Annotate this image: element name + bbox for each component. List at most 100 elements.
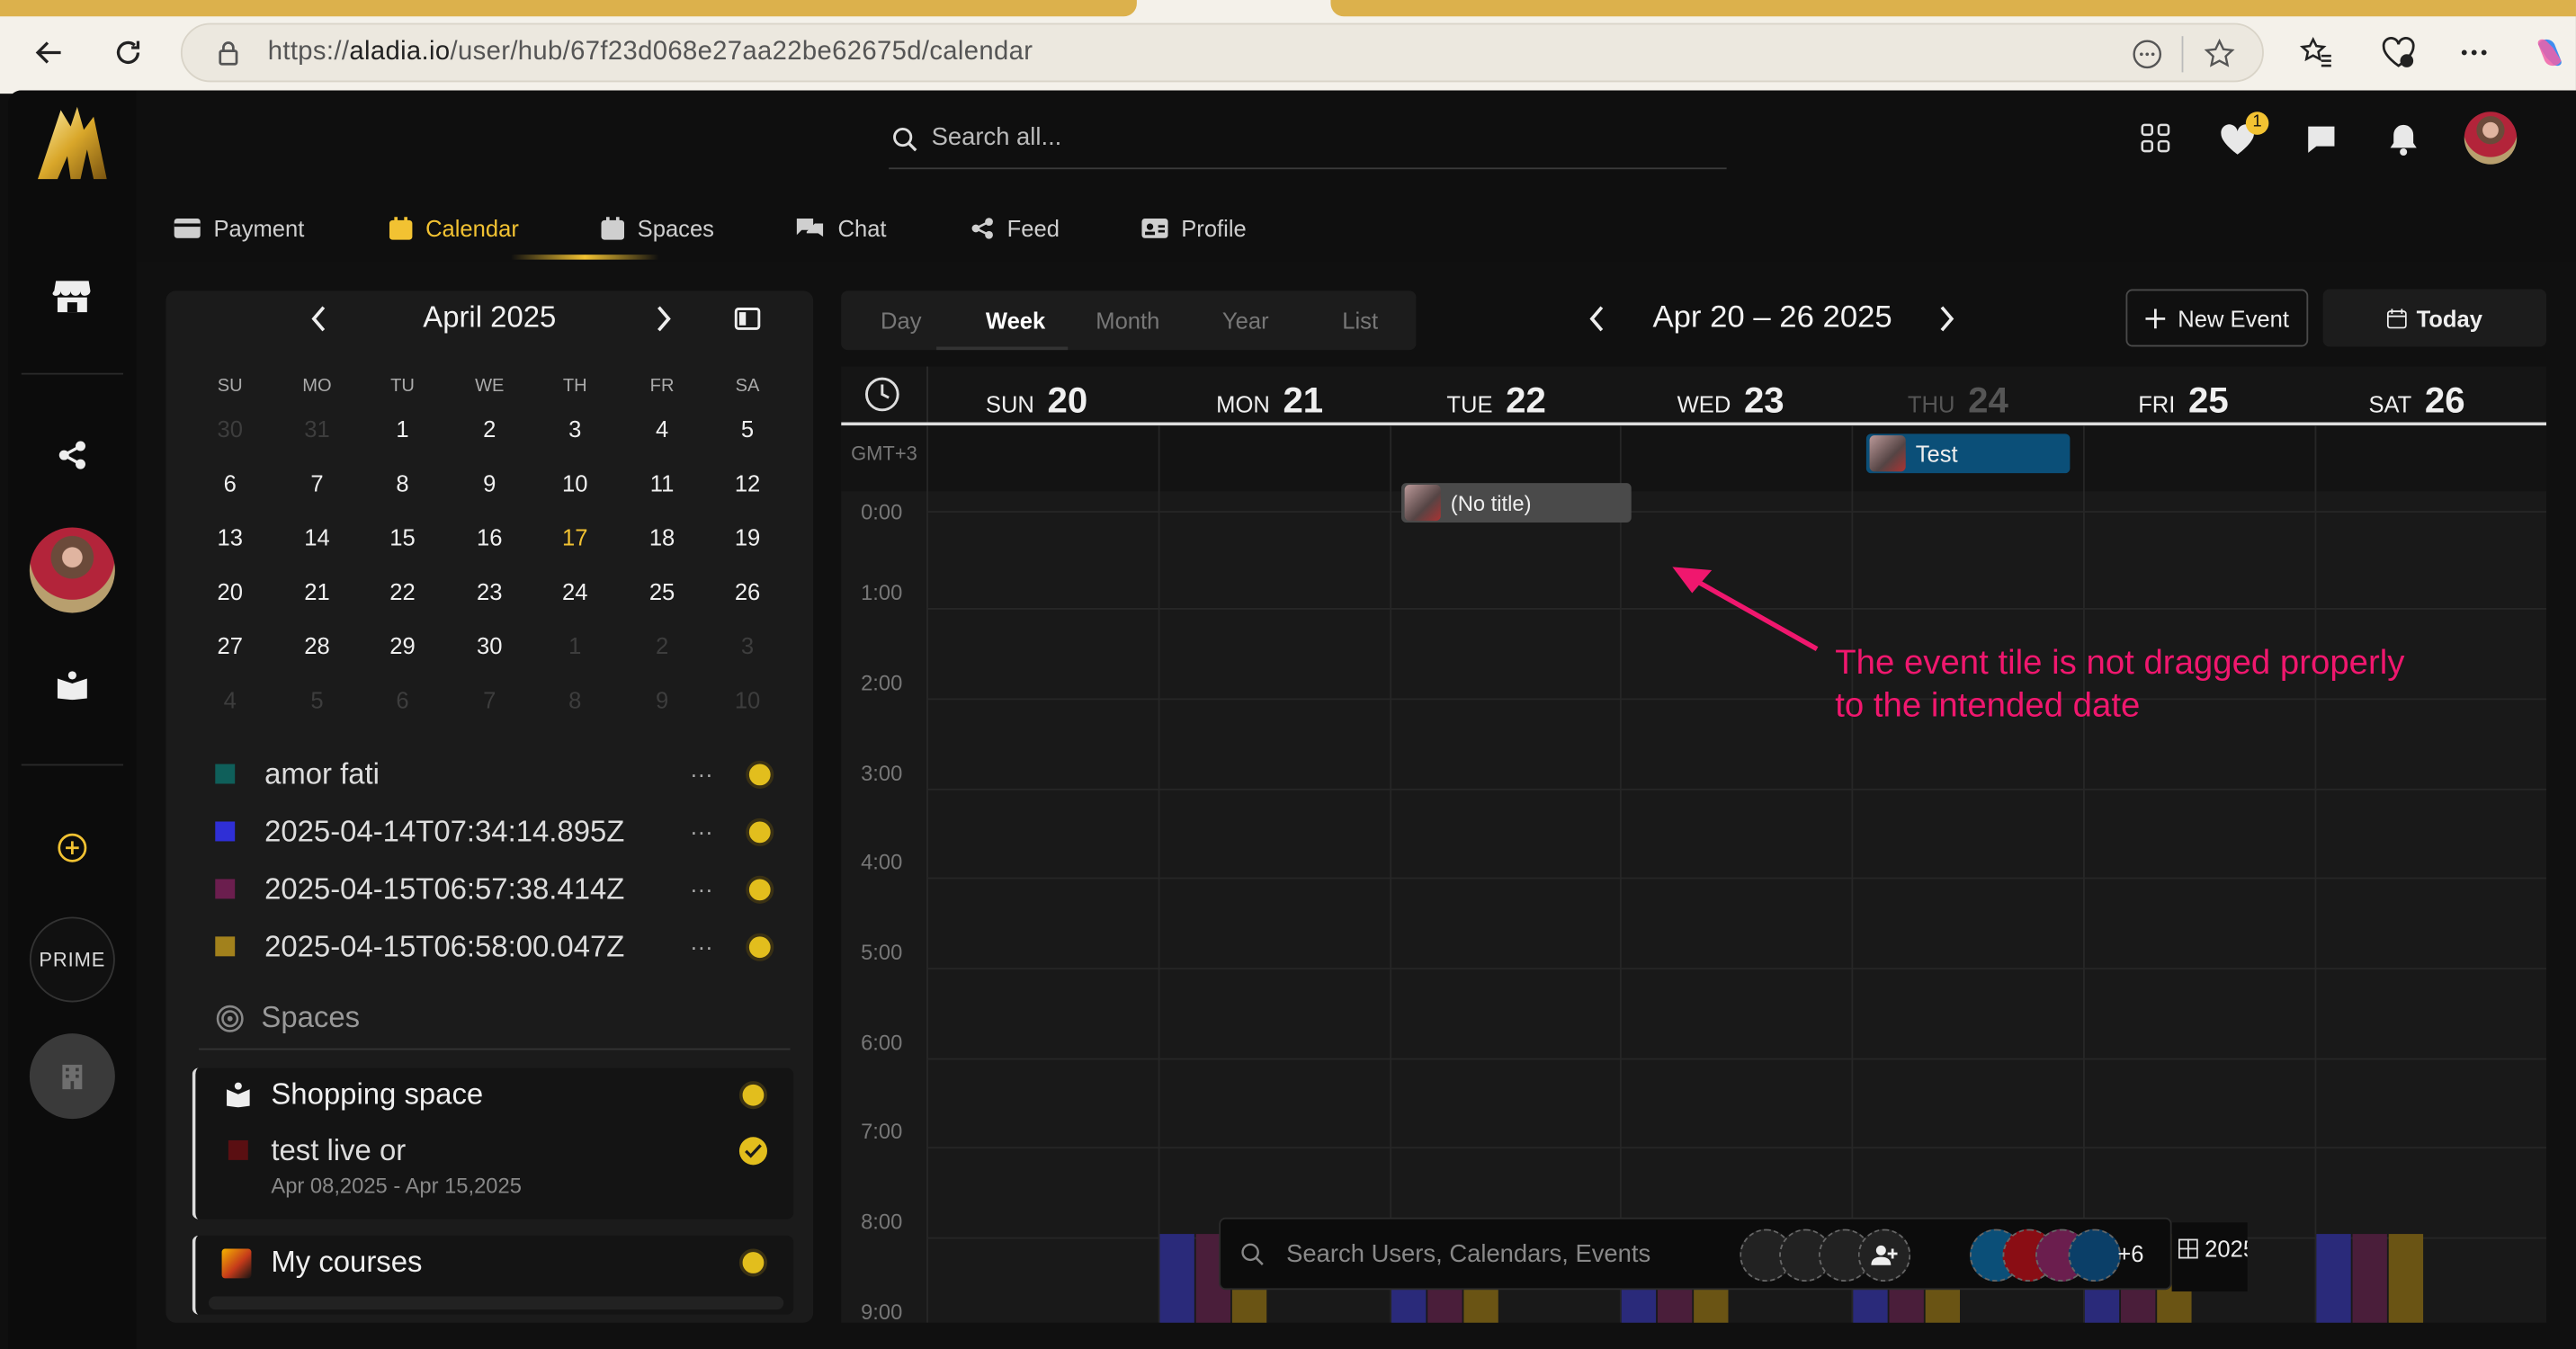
apps-grid-icon[interactable] <box>2141 123 2170 153</box>
more-dots-icon[interactable]: ··· <box>690 818 746 844</box>
favorites-list-icon[interactable] <box>2294 30 2339 76</box>
view-tab-year[interactable]: Year <box>1222 308 1269 334</box>
my-courses-card[interactable]: My courses <box>192 1235 794 1315</box>
mini-calendar-day[interactable]: 10 <box>705 687 791 713</box>
mini-calendar-day[interactable]: 15 <box>360 524 445 550</box>
event-bar[interactable] <box>2316 1234 2351 1323</box>
reload-icon[interactable] <box>105 30 151 76</box>
calendar-toggle-dot[interactable] <box>746 759 774 789</box>
tab-feed[interactable]: Feed <box>970 205 1060 251</box>
mini-calendar-day[interactable]: 28 <box>274 632 360 658</box>
calendar-list-item[interactable]: 2025-04-14T07:34:14.895Z ··· <box>215 812 774 852</box>
mini-calendar-day[interactable]: 7 <box>447 687 532 713</box>
add-user-button[interactable] <box>1857 1228 1911 1282</box>
event-bar[interactable] <box>1159 1234 1194 1323</box>
mini-calendar-day[interactable]: 6 <box>187 470 273 496</box>
today-button[interactable]: Today <box>2322 289 2547 347</box>
mini-calendar-day[interactable]: 12 <box>705 470 791 496</box>
courses-book-icon[interactable] <box>56 670 89 701</box>
week-day-header[interactable]: SAT 26 <box>2368 380 2464 421</box>
week-day-header[interactable]: MON 21 <box>1216 380 1323 421</box>
event-no-title[interactable]: (No title) <box>1401 483 1632 523</box>
settings-more-icon[interactable] <box>2451 30 2497 76</box>
mini-calendar-day[interactable]: 1 <box>360 415 445 442</box>
collapse-sidebar-icon[interactable] <box>734 306 761 332</box>
calendar-toggle-dot[interactable] <box>746 932 774 960</box>
aladia-logo[interactable] <box>31 97 113 189</box>
courses-scrollbar[interactable] <box>208 1296 784 1310</box>
prime-badge[interactable]: PRIME <box>29 916 115 1003</box>
mini-calendar-day[interactable]: 29 <box>360 632 445 658</box>
more-dots-icon[interactable] <box>2131 38 2164 71</box>
mini-calendar-day[interactable]: 4 <box>620 415 705 442</box>
calendar-list-item[interactable]: 2025-04-15T06:57:38.414Z ··· <box>215 869 774 908</box>
event-bar[interactable] <box>2352 1234 2387 1323</box>
mini-calendar-day[interactable]: 22 <box>360 578 445 604</box>
week-day-header[interactable]: THU 24 <box>1908 380 2008 421</box>
calendar-chip[interactable] <box>2068 1228 2122 1282</box>
mini-calendar-day[interactable]: 18 <box>620 524 705 550</box>
mini-calendar-day[interactable]: 3 <box>705 632 791 658</box>
mini-calendar-day[interactable]: 4 <box>187 687 273 713</box>
user-avatar[interactable] <box>29 527 115 613</box>
health-icon[interactable] <box>2375 30 2421 76</box>
copilot-icon[interactable] <box>2527 30 2572 76</box>
store-icon[interactable] <box>52 278 92 314</box>
space-toggle-dot[interactable] <box>738 1081 767 1110</box>
calendar-list-item[interactable]: 2025-04-15T06:58:00.047Z ··· <box>215 926 774 966</box>
tab-spaces[interactable]: Spaces <box>601 205 714 251</box>
back-arrow-icon[interactable] <box>26 30 72 76</box>
notifications-bell-icon[interactable] <box>2389 123 2419 156</box>
mini-calendar-day[interactable]: 16 <box>447 524 532 550</box>
mini-calendar-day[interactable]: 27 <box>187 632 273 658</box>
event-test[interactable]: Test <box>1865 433 2071 474</box>
mini-calendar-day[interactable]: 10 <box>532 470 618 496</box>
mini-calendar-day[interactable]: 5 <box>274 687 360 713</box>
bottom-search-bar[interactable]: Search Users, Calendars, Events +6 <box>1219 1217 2172 1291</box>
mini-calendar-day[interactable]: 30 <box>187 415 273 442</box>
mini-calendar-day[interactable]: 13 <box>187 524 273 550</box>
mini-calendar-day[interactable]: 26 <box>705 578 791 604</box>
mini-calendar-day[interactable]: 5 <box>705 415 791 442</box>
profile-avatar[interactable] <box>2464 112 2518 165</box>
view-tab-list[interactable]: List <box>1342 308 1378 334</box>
space-card-shopping[interactable]: Shopping space test live or Apr 08,2025 … <box>192 1068 794 1219</box>
mini-calendar-day[interactable]: 6 <box>360 687 445 713</box>
mini-calendar-day[interactable]: 25 <box>620 578 705 604</box>
next-month-icon[interactable] <box>652 304 675 334</box>
view-tab-day[interactable]: Day <box>881 308 921 334</box>
week-day-header[interactable]: SUN 20 <box>986 380 1087 421</box>
mini-calendar-day[interactable]: 24 <box>532 578 618 604</box>
calendar-toggle-dot[interactable] <box>746 874 774 903</box>
mini-calendar-day[interactable]: 2 <box>447 415 532 442</box>
mini-calendar-day[interactable]: 21 <box>274 578 360 604</box>
event-bar[interactable] <box>2388 1234 2424 1323</box>
mini-calendar-day[interactable]: 7 <box>274 470 360 496</box>
prev-week-icon[interactable] <box>1586 304 1609 334</box>
global-search[interactable]: Search all... <box>889 113 1727 170</box>
address-bar[interactable]: https://aladia.io/user/hub/67f23d068e27a… <box>180 22 2264 83</box>
mini-calendar-day[interactable]: 11 <box>620 470 705 496</box>
next-week-icon[interactable] <box>1936 304 1959 334</box>
courses-toggle-dot[interactable] <box>738 1248 767 1277</box>
tab-payment[interactable]: Payment <box>174 205 304 251</box>
mini-calendar-day[interactable]: 31 <box>274 415 360 442</box>
mini-calendar-day[interactable]: 2 <box>620 632 705 658</box>
week-day-header[interactable]: FRI 25 <box>2138 380 2229 421</box>
mini-calendar-day[interactable]: 1 <box>532 632 618 658</box>
more-count[interactable]: +6 <box>2117 1240 2143 1266</box>
week-day-header[interactable]: TUE 22 <box>1446 380 1545 421</box>
view-tab-month[interactable]: Month <box>1096 308 1159 334</box>
mini-calendar-day[interactable]: 23 <box>447 578 532 604</box>
more-dots-icon[interactable]: ··· <box>690 761 746 787</box>
mini-calendar-day[interactable]: 8 <box>532 687 618 713</box>
add-circle-icon[interactable] <box>56 831 89 864</box>
mini-calendar-day[interactable]: 14 <box>274 524 360 550</box>
more-dots-icon[interactable]: ··· <box>690 934 746 960</box>
share-nodes-icon[interactable] <box>58 441 87 470</box>
mini-calendar-day[interactable]: 8 <box>360 470 445 496</box>
tab-profile[interactable]: Profile <box>1141 205 1247 251</box>
mini-calendar-day[interactable]: 9 <box>620 687 705 713</box>
mini-calendar-day[interactable]: 9 <box>447 470 532 496</box>
mini-calendar-day[interactable]: 3 <box>532 415 618 442</box>
